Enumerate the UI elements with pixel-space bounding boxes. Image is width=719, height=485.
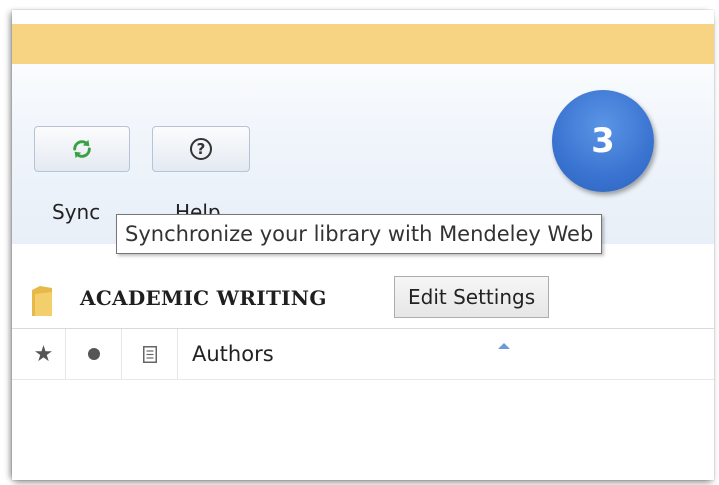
document-icon	[142, 345, 157, 363]
sync-icon	[73, 139, 91, 159]
sync-tooltip: Synchronize your library with Mendeley W…	[116, 214, 603, 254]
app-window: ? Sync Help 3 ACADEMIC WRITING Edit Sett…	[12, 10, 714, 480]
sync-button[interactable]	[34, 126, 130, 172]
folder-header: ACADEMIC WRITING Edit Settings	[12, 264, 714, 328]
help-icon: ?	[190, 138, 212, 160]
sort-ascending-icon	[498, 343, 510, 349]
dot-icon	[87, 348, 100, 360]
authors-column-header[interactable]: Authors	[192, 329, 274, 379]
step-badge: 3	[552, 90, 654, 192]
help-button[interactable]: ?	[152, 126, 250, 172]
title-bar	[12, 24, 714, 64]
document-column[interactable]	[122, 329, 178, 379]
folder-title: ACADEMIC WRITING	[80, 286, 327, 310]
read-status-column[interactable]	[66, 329, 122, 379]
folder-icon	[32, 286, 52, 316]
column-header-row: ★ Authors	[12, 329, 714, 380]
sync-label[interactable]: Sync	[52, 200, 100, 224]
edit-settings-button[interactable]: Edit Settings	[394, 276, 550, 318]
star-icon[interactable]: ★	[22, 329, 66, 379]
